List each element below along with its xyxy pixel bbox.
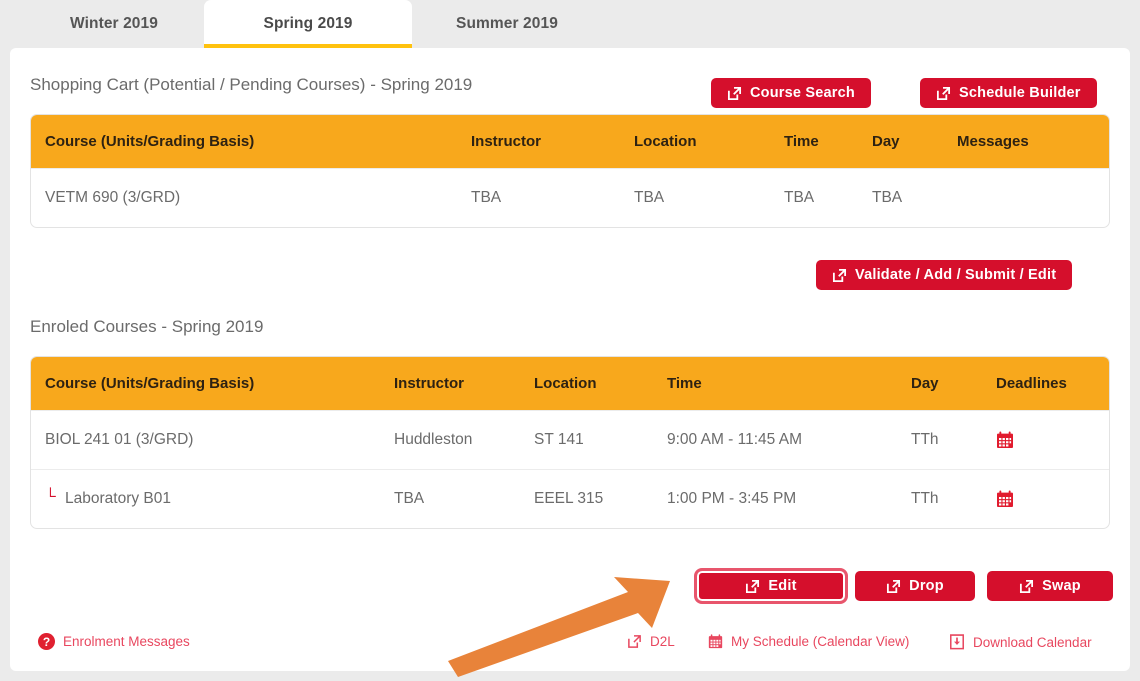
external-link-icon [936, 86, 951, 101]
column-header-day: Day [872, 133, 957, 150]
external-link-icon [727, 86, 742, 101]
cell-instructor: TBA [394, 490, 534, 508]
cell-time: 1:00 PM - 3:45 PM [667, 490, 911, 508]
button-label: Schedule Builder [959, 85, 1081, 101]
external-link-icon [745, 579, 760, 594]
edit-button[interactable]: Edit [697, 571, 845, 601]
external-link-icon [832, 268, 847, 283]
cell-time: TBA [784, 189, 872, 207]
column-header-course: Course (Units/Grading Basis) [31, 133, 471, 150]
table-header-row: Course (Units/Grading Basis) Instructor … [31, 357, 1109, 410]
cell-instructor: TBA [471, 189, 634, 207]
column-header-course: Course (Units/Grading Basis) [31, 375, 394, 392]
subsection-connector-icon: └ [45, 488, 61, 505]
validate-add-submit-edit-button[interactable]: Validate / Add / Submit / Edit [816, 260, 1072, 290]
shopping-cart-title: Shopping Cart (Potential / Pending Cours… [30, 75, 472, 95]
cell-day: TBA [872, 189, 957, 207]
download-icon [949, 634, 965, 650]
drop-button[interactable]: Drop [855, 571, 975, 601]
my-schedule-link[interactable]: My Schedule (Calendar View) [708, 634, 909, 649]
link-label: My Schedule (Calendar View) [731, 634, 909, 649]
enrolled-courses-table: Course (Units/Grading Basis) Instructor … [30, 356, 1110, 529]
cell-location: EEEL 315 [534, 490, 667, 508]
tab-winter-2019[interactable]: Winter 2019 [24, 0, 204, 48]
button-label: Swap [1042, 578, 1081, 594]
download-calendar-link[interactable]: Download Calendar [949, 634, 1092, 650]
calendar-icon[interactable] [996, 431, 1014, 449]
button-label: Edit [768, 578, 796, 594]
cell-location: TBA [634, 189, 784, 207]
column-header-deadlines: Deadlines [996, 375, 1109, 392]
enrolment-messages-link[interactable]: ? Enrolment Messages [38, 633, 190, 650]
button-label: Validate / Add / Submit / Edit [855, 267, 1056, 283]
column-header-time: Time [784, 133, 872, 150]
tab-label: Summer 2019 [456, 15, 558, 33]
cell-day: TTh [911, 490, 996, 508]
cell-deadlines [996, 490, 1109, 508]
calendar-icon [708, 634, 723, 649]
shopping-cart-table: Course (Units/Grading Basis) Instructor … [30, 114, 1110, 228]
external-link-icon [886, 579, 901, 594]
cell-course: └Laboratory B01 [31, 490, 394, 508]
column-header-day: Day [911, 375, 996, 392]
table-row[interactable]: VETM 690 (3/GRD) TBA TBA TBA TBA [31, 168, 1109, 227]
link-label: Enrolment Messages [63, 634, 190, 649]
column-header-instructor: Instructor [471, 133, 634, 150]
course-name: Laboratory B01 [65, 490, 171, 507]
table-row[interactable]: BIOL 241 01 (3/GRD) Huddleston ST 141 9:… [31, 410, 1109, 469]
link-label: D2L [650, 634, 675, 649]
tab-label: Spring 2019 [264, 15, 353, 33]
question-mark-icon: ? [38, 633, 55, 650]
course-name: BIOL 241 01 (3/GRD) [45, 431, 193, 448]
column-header-time: Time [667, 375, 911, 392]
tab-label: Winter 2019 [70, 15, 158, 33]
button-label: Course Search [750, 85, 855, 101]
column-header-instructor: Instructor [394, 375, 534, 392]
external-link-icon [627, 634, 642, 649]
column-header-location: Location [534, 375, 667, 392]
tab-spring-2019[interactable]: Spring 2019 [204, 0, 412, 48]
external-link-icon [1019, 579, 1034, 594]
enrolled-courses-title: Enroled Courses - Spring 2019 [30, 317, 263, 337]
table-header-row: Course (Units/Grading Basis) Instructor … [31, 115, 1109, 168]
cell-day: TTh [911, 431, 996, 449]
column-header-messages: Messages [957, 133, 1109, 150]
schedule-builder-button[interactable]: Schedule Builder [920, 78, 1097, 108]
cell-course: VETM 690 (3/GRD) [31, 189, 471, 207]
cell-location: ST 141 [534, 431, 667, 449]
link-label: Download Calendar [973, 635, 1092, 650]
button-label: Drop [909, 578, 944, 594]
table-row[interactable]: └Laboratory B01 TBA EEEL 315 1:00 PM - 3… [31, 469, 1109, 528]
cell-deadlines [996, 431, 1109, 449]
term-tab-bar: Winter 2019 Spring 2019 Summer 2019 [0, 0, 1140, 48]
tab-summer-2019[interactable]: Summer 2019 [412, 0, 602, 48]
swap-button[interactable]: Swap [987, 571, 1113, 601]
column-header-location: Location [634, 133, 784, 150]
calendar-icon[interactable] [996, 490, 1014, 508]
cell-course: BIOL 241 01 (3/GRD) [31, 431, 394, 449]
cell-instructor: Huddleston [394, 431, 534, 449]
enrollment-panel: Shopping Cart (Potential / Pending Cours… [10, 48, 1130, 671]
course-search-button[interactable]: Course Search [711, 78, 871, 108]
cell-time: 9:00 AM - 11:45 AM [667, 431, 911, 449]
d2l-link[interactable]: D2L [627, 634, 675, 649]
